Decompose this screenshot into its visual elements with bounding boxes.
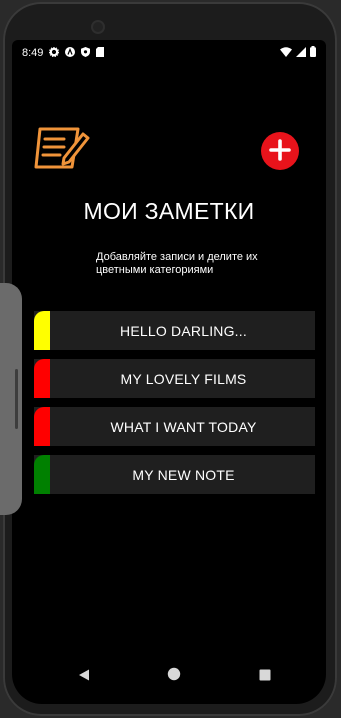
note-item[interactable]: MY NEW NOTE bbox=[34, 455, 315, 494]
plus-icon bbox=[269, 138, 291, 164]
status-time: 8:49 bbox=[22, 47, 44, 59]
shield-icon bbox=[81, 46, 91, 60]
sd-card-icon bbox=[96, 46, 105, 60]
category-color-tab bbox=[34, 407, 50, 446]
page-title: МОИ ЗАМЕТКИ bbox=[83, 198, 255, 224]
note-title: HELLO DARLING... bbox=[120, 322, 247, 339]
status-bar: 8:49 bbox=[12, 40, 326, 66]
page-subtitle: Добавляйте записи и делите их цветными к… bbox=[96, 251, 258, 276]
signal-icon bbox=[296, 46, 306, 60]
back-triangle-icon[interactable] bbox=[78, 668, 90, 686]
notepad-pen-icon bbox=[34, 126, 92, 175]
app-screen: 8:49 МОИ ЗАМЕТКИ Добавляйте записи и дел… bbox=[12, 40, 326, 704]
note-title: WHAT I WANT TODAY bbox=[110, 418, 257, 435]
note-item[interactable]: HELLO DARLING... bbox=[34, 311, 315, 350]
category-color-tab bbox=[34, 359, 50, 398]
home-circle-icon[interactable] bbox=[167, 667, 181, 686]
note-title: MY NEW NOTE bbox=[132, 466, 235, 483]
recents-square-icon[interactable] bbox=[259, 668, 271, 686]
gear-icon bbox=[49, 46, 60, 60]
phone-frame: 8:49 МОИ ЗАМЕТКИ Добавляйте записи и дел… bbox=[3, 2, 337, 716]
category-color-tab bbox=[34, 311, 50, 350]
front-camera bbox=[93, 22, 103, 32]
drawer-handle[interactable] bbox=[0, 283, 22, 515]
note-item[interactable]: MY LOVELY FILMS bbox=[34, 359, 315, 398]
system-nav-bar bbox=[12, 654, 326, 694]
add-note-button[interactable] bbox=[261, 132, 299, 170]
note-title: MY LOVELY FILMS bbox=[120, 370, 247, 387]
note-item[interactable]: WHAT I WANT TODAY bbox=[34, 407, 315, 446]
wifi-icon bbox=[280, 46, 292, 60]
category-color-tab bbox=[34, 455, 50, 494]
notes-list: HELLO DARLING... MY LOVELY FILMS WHAT I … bbox=[34, 311, 315, 503]
a-circle-icon bbox=[65, 46, 76, 60]
battery-icon bbox=[310, 46, 316, 60]
